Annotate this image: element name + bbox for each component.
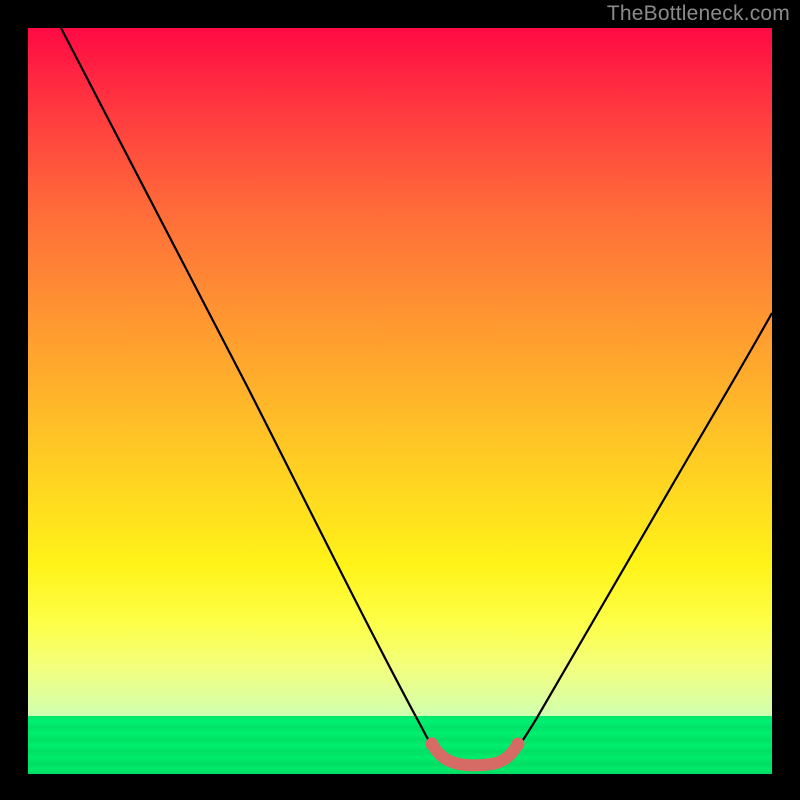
flat-segment-dot-right xyxy=(512,738,525,751)
flat-segment-dot-left xyxy=(426,738,439,751)
watermark-text: TheBottleneck.com xyxy=(607,2,790,26)
chart-frame: TheBottleneck.com xyxy=(0,0,800,800)
curve-path xyxy=(61,28,772,765)
bottleneck-curve xyxy=(28,28,772,774)
plot-area xyxy=(28,28,772,774)
flat-segment xyxy=(432,744,518,765)
